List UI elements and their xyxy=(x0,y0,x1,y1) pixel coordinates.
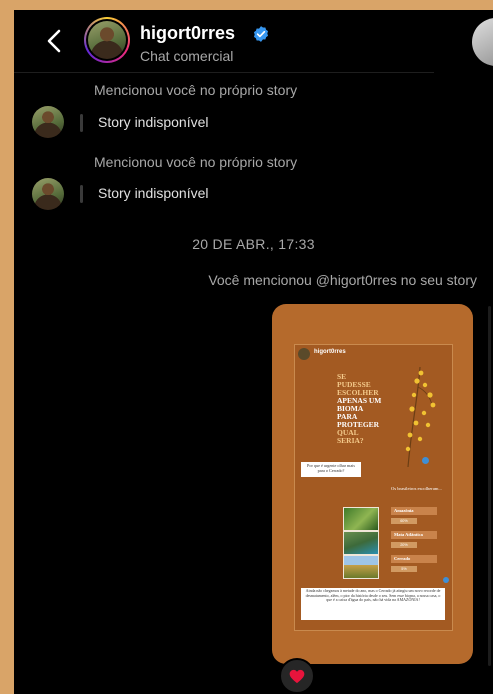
side-avatar[interactable] xyxy=(472,18,493,66)
scrollbar[interactable] xyxy=(488,306,491,666)
sender-avatar[interactable] xyxy=(32,178,64,210)
poll-percent: 5% xyxy=(391,566,417,572)
headline-line: SERIA? xyxy=(337,436,364,445)
chat-username[interactable]: higort0rres xyxy=(140,23,235,44)
mention-label: Mencionou você no próprio story xyxy=(94,154,298,170)
heart-reaction[interactable] xyxy=(279,658,315,694)
answers-heading: Os brasileiros escolheram... xyxy=(391,486,442,491)
story-unavailable-text: Story indisponível xyxy=(98,185,209,201)
poll-percent: 60% xyxy=(391,518,417,524)
back-button[interactable] xyxy=(42,26,68,56)
poll-option: Mata Atlântica xyxy=(391,531,437,539)
verified-badge-icon xyxy=(253,26,269,42)
heart-icon xyxy=(289,669,305,683)
poll-percent: 20% xyxy=(391,542,417,548)
poll-option: Cerrado xyxy=(391,555,437,563)
caption-box: Ainda não chegamos à metade do ano, mas … xyxy=(301,588,445,620)
sender-avatar[interactable] xyxy=(32,106,64,138)
story-mention-card[interactable]: higort0rres SE PUDESSE ESCOLHER APENAS U… xyxy=(272,304,473,664)
story-username: higort0rres xyxy=(314,349,346,355)
question-box: Por que é urgente olhar mais para o Cerr… xyxy=(301,462,361,477)
story-unavailable-text: Story indisponível xyxy=(98,114,209,130)
dm-thread: higort0rres Chat comercial Mencionou voc… xyxy=(14,10,493,694)
cerrado-photo xyxy=(343,555,379,579)
story-avatar xyxy=(298,348,310,360)
mention-label: Mencionou você no próprio story xyxy=(94,82,298,98)
you-mentioned-label: Você mencionou @higort0rres no seu story xyxy=(208,272,477,288)
poll-option: Amazônia xyxy=(391,507,437,515)
story-reply-bar xyxy=(80,114,83,132)
message-timestamp: 20 DE ABR., 17:33 xyxy=(192,236,315,252)
chat-subtitle: Chat comercial xyxy=(140,48,234,64)
chevron-left-icon xyxy=(47,29,61,53)
bird-sticker-2 xyxy=(443,577,449,583)
amazonia-photo xyxy=(343,507,379,531)
profile-avatar[interactable] xyxy=(84,17,130,63)
ipe-branch-illustration xyxy=(405,367,436,467)
story-reply-bar xyxy=(80,185,83,203)
bird-sticker xyxy=(422,457,429,464)
chat-header: higort0rres Chat comercial xyxy=(14,10,434,73)
story-preview: higort0rres SE PUDESSE ESCOLHER APENAS U… xyxy=(294,344,453,631)
avatar-image xyxy=(88,21,126,59)
mata-atlantica-photo xyxy=(343,531,379,555)
